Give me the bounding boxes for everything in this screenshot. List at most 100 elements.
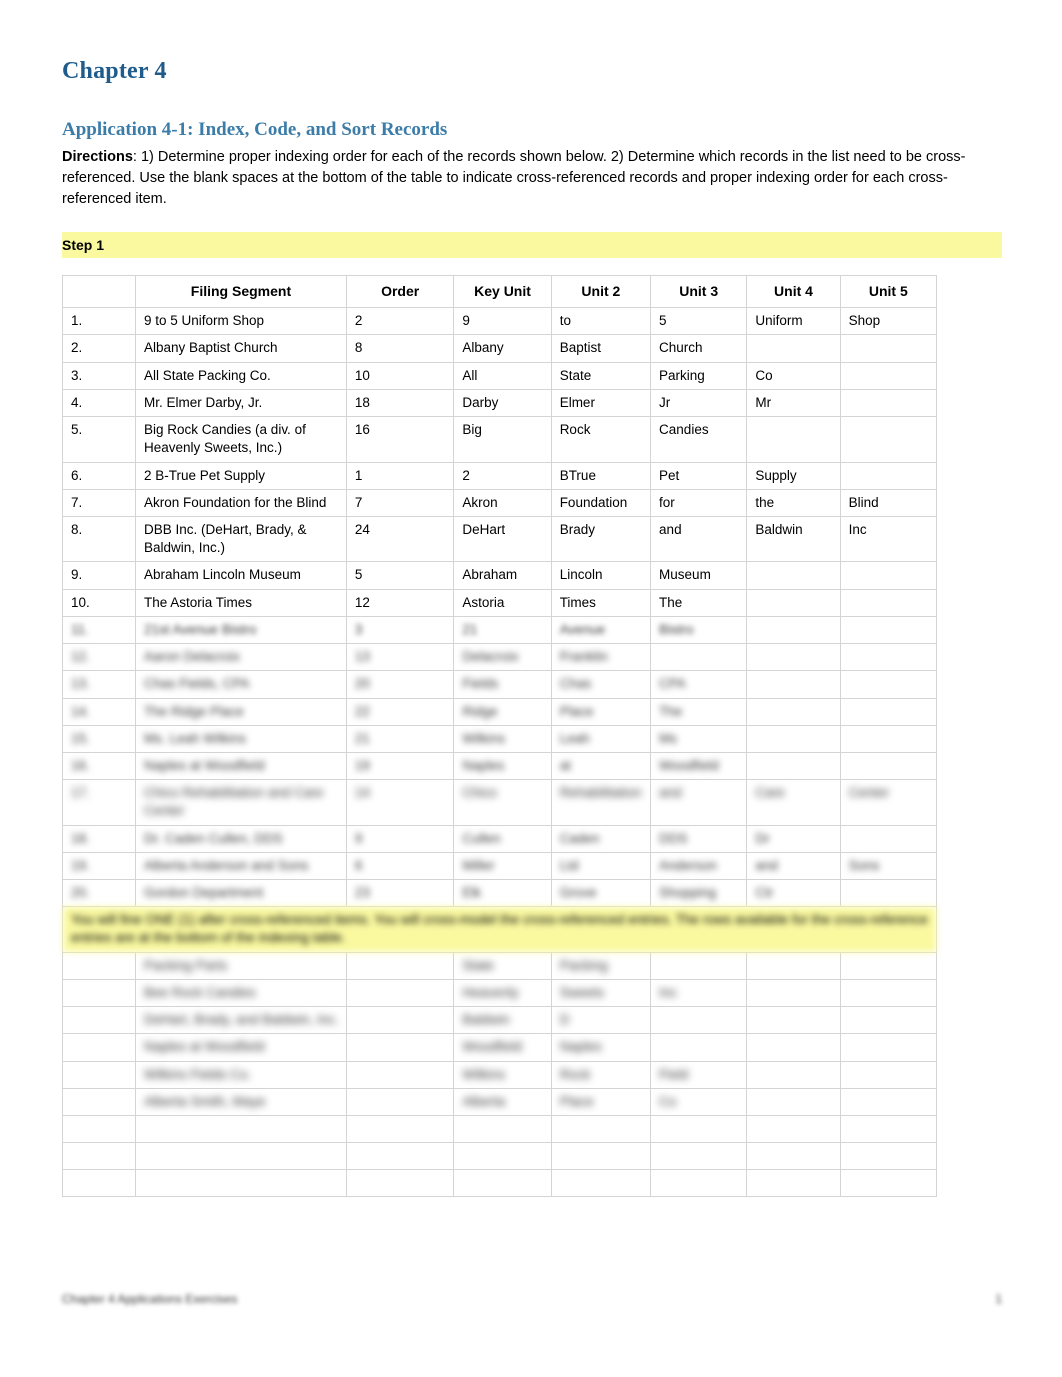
unit-4-cell: [746, 1033, 841, 1062]
table-row: 6. 2 B-True Pet Supply 1 2 BTrue Pet Supply: [62, 461, 938, 490]
unit-5-cell: [839, 388, 938, 418]
unit-4-cell: [746, 1006, 841, 1035]
unit-3-cell: Inc: [650, 978, 748, 1008]
table-row: 16. Naples at Woodfield 19 Naples at Woodfiel…: [62, 751, 938, 781]
filing-segment-cell: DeHart, Brady, and Baldwin, Inc.: [135, 1006, 347, 1035]
unit-4-cell: [746, 751, 841, 781]
unit-4-cell: [746, 697, 841, 726]
unit-5-cell: [839, 334, 938, 363]
unit-2-cell: D: [550, 1006, 652, 1035]
cross-reference-note: You will fine ONE (1) after cross-refere…: [62, 906, 937, 953]
unit-3-cell: [650, 1115, 748, 1144]
unit-2-cell: Grove: [550, 879, 652, 908]
table-row: 20. Gordon Department 23 Elk Grove Shopping Ct…: [62, 879, 938, 908]
header-unit-4: Unit 4: [746, 275, 841, 309]
header-filing-segment: Filing Segment: [135, 275, 347, 309]
key-unit-cell: 9: [453, 307, 552, 336]
table-row: Alberta Smith, Maye Alberta Place Co: [62, 1087, 938, 1117]
filing-segment-cell: Naples at Woodfield: [135, 1033, 347, 1062]
unit-3-cell: Jr: [650, 388, 748, 418]
table-row: [62, 1142, 938, 1171]
unit-5-cell: Shop: [839, 307, 938, 336]
filing-segment-cell: Abraham Lincoln Museum: [135, 561, 347, 590]
row-number: 8.: [62, 515, 136, 563]
filing-segment-cell: Chico Rehabilitation and Care Center: [135, 779, 347, 826]
unit-2-cell: [550, 1142, 652, 1171]
table-row: [62, 1169, 938, 1198]
unit-4-cell: Dr: [746, 824, 841, 853]
key-unit-cell: State: [453, 951, 552, 980]
unit-4-cell: [746, 1060, 841, 1089]
unit-5-cell: [839, 978, 938, 1008]
key-unit-cell: Albany: [453, 334, 552, 363]
filing-segment-cell: 9 to 5 Uniform Shop: [135, 307, 347, 336]
order-cell: 18: [345, 388, 455, 418]
order-cell: 23: [345, 879, 455, 908]
row-number: [62, 1115, 136, 1144]
unit-2-cell: Rehabilitation: [550, 779, 652, 826]
unit-5-cell: [839, 751, 938, 781]
unit-4-cell: Baldwin: [746, 515, 841, 563]
unit-5-cell: [839, 879, 938, 908]
key-unit-cell: Big: [453, 416, 552, 463]
unit-2-cell: Packing: [550, 951, 652, 980]
directions-label: Directions: [62, 149, 133, 165]
unit-5-cell: [839, 461, 938, 490]
key-unit-cell: Delacroix: [453, 643, 552, 672]
table-row: 11. 21st Avenue Bistro 3 21 Avenue Bistro: [62, 615, 938, 645]
step-1-label: Step 1: [62, 232, 1002, 259]
table-body: 1. 9 to 5 Uniform Shop 2 9 to 5 Uniform Shop 2. A…: [62, 307, 938, 1198]
row-number: 18.: [62, 824, 136, 853]
table-row: Naples at Woodfield Woodfield Naples: [62, 1033, 938, 1062]
key-unit-cell: All: [453, 361, 552, 390]
key-unit-cell: Alberta: [453, 1087, 552, 1117]
unit-5-cell: [839, 1169, 938, 1198]
row-number: 7.: [62, 488, 136, 517]
key-unit-cell: Akron: [453, 488, 552, 517]
unit-3-cell: The: [650, 588, 748, 617]
table-row: [62, 1115, 938, 1144]
filing-segment-cell: Alberta Anderson and Sons: [135, 851, 347, 881]
unit-3-cell: The: [650, 697, 748, 726]
row-number: 13.: [62, 670, 136, 699]
filing-segment-cell: Naples at Woodfield: [135, 751, 347, 781]
unit-5-cell: [839, 951, 938, 980]
unit-5-cell: [839, 697, 938, 726]
row-number: 5.: [62, 416, 136, 463]
filing-segment-cell: The Ridge Place: [135, 697, 347, 726]
unit-5-cell: [839, 670, 938, 699]
filing-segment-cell: Mr. Elmer Darby, Jr.: [135, 388, 347, 418]
unit-5-cell: [839, 615, 938, 645]
unit-3-cell: Bistro: [650, 615, 748, 645]
unit-2-cell: Caden: [550, 824, 652, 853]
unit-4-cell: [746, 1142, 841, 1171]
unit-3-cell: and: [650, 779, 748, 826]
document-page: Chapter 4 Application 4-1: Index, Code, …: [0, 0, 1062, 1377]
order-cell: [345, 1087, 455, 1117]
order-cell: [345, 1060, 455, 1089]
key-unit-cell: Ridge: [453, 697, 552, 726]
unit-2-cell: Leah: [550, 724, 652, 753]
order-cell: 5: [345, 561, 455, 590]
filing-segment-cell: Alberta Smith, Maye: [135, 1087, 347, 1117]
key-unit-cell: 2: [453, 461, 552, 490]
row-number: [62, 1169, 136, 1198]
header-key-unit: Key Unit: [453, 275, 552, 309]
table-row: Wilkins Fields Co. Wilkins Rock Field: [62, 1060, 938, 1089]
row-number: 12.: [62, 643, 136, 672]
order-cell: [345, 1169, 455, 1198]
unit-5-cell: [839, 1060, 938, 1089]
table-row: 9. Abraham Lincoln Museum 5 Abraham Lincoln M…: [62, 561, 938, 590]
row-number: 3.: [62, 361, 136, 390]
unit-3-cell: [650, 1033, 748, 1062]
unit-2-cell: Elmer: [550, 388, 652, 418]
unit-2-cell: Franklin: [550, 643, 652, 672]
key-unit-cell: Wilkins: [453, 1060, 552, 1089]
unit-2-cell: Naples: [550, 1033, 652, 1062]
order-cell: 20: [345, 670, 455, 699]
unit-2-cell: [550, 1169, 652, 1198]
table-row: 19. Alberta Anderson and Sons 6 Miller Ltd An…: [62, 851, 938, 881]
key-unit-cell: DeHart: [453, 515, 552, 563]
unit-4-cell: Ctr: [746, 879, 841, 908]
unit-5-cell: [839, 588, 938, 617]
